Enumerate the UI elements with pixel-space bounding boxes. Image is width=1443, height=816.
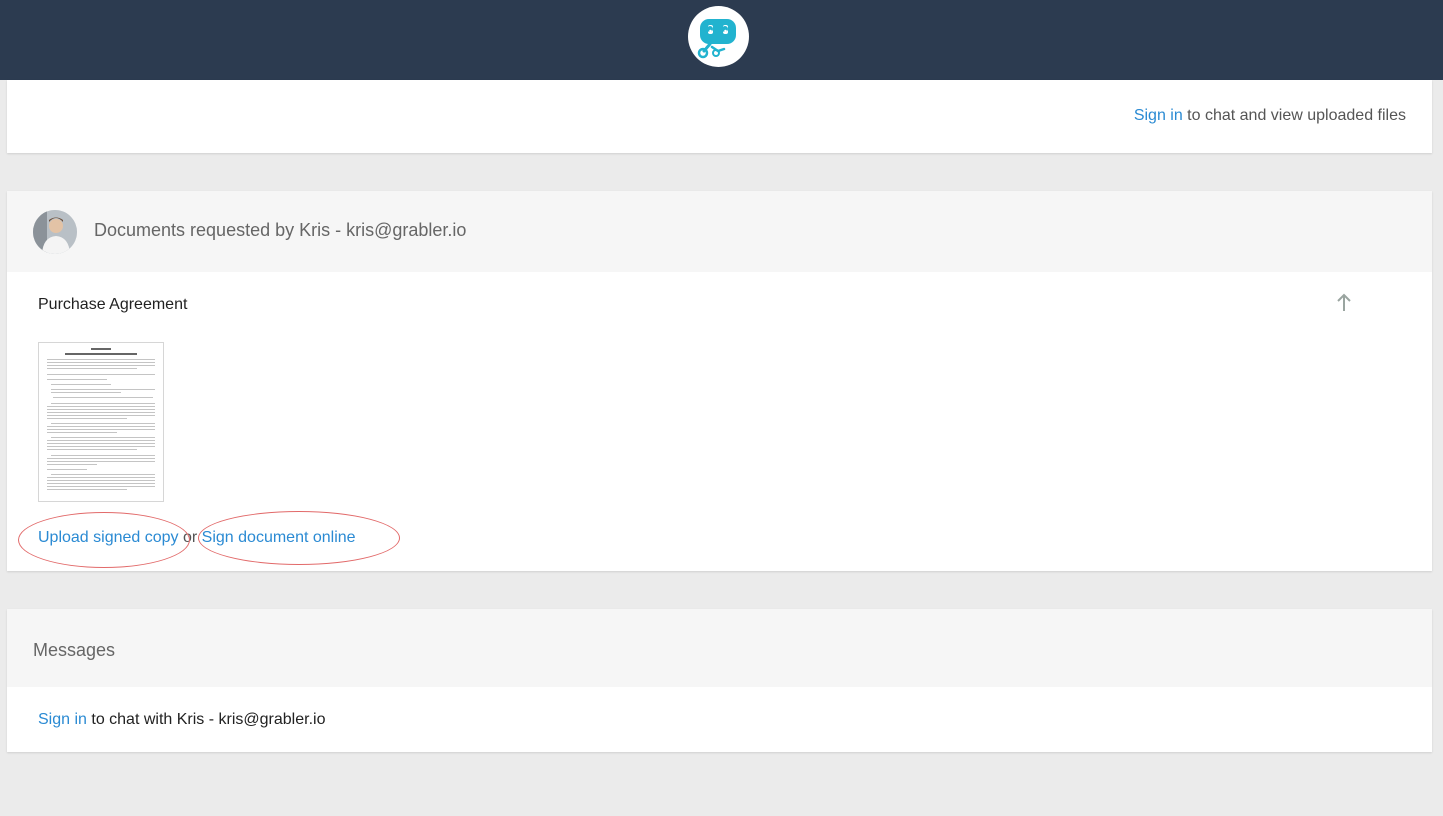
messages-card: Messages Sign in to chat with Kris - kri… — [7, 609, 1432, 752]
messages-header: Messages — [7, 609, 1432, 687]
signin-prompt-text: to chat and view uploaded files — [1182, 107, 1406, 124]
robot-chat-icon — [697, 19, 736, 59]
document-actions: Upload signed copy or Sign document onli… — [38, 529, 356, 547]
top-navbar — [0, 0, 1443, 80]
upload-signed-copy-link[interactable]: Upload signed copy — [38, 529, 179, 546]
signin-prompt: Sign in to chat and view uploaded files — [1134, 107, 1406, 125]
signin-link[interactable]: Sign in — [1134, 107, 1183, 124]
document-thumbnail[interactable] — [38, 342, 164, 502]
document-name: Purchase Agreement — [38, 296, 188, 313]
sign-document-online-link[interactable]: Sign document online — [202, 529, 356, 546]
signin-card: Sign in to chat and view uploaded files — [7, 80, 1432, 153]
messages-signin-link[interactable]: Sign in — [38, 711, 87, 728]
requester-avatar — [33, 210, 77, 254]
documents-card: Documents requested by Kris - kris@grabl… — [7, 191, 1432, 571]
document-page-icon — [47, 348, 155, 490]
messages-signin-prompt: Sign in to chat with Kris - kris@grabler… — [38, 711, 325, 729]
documents-title: Documents requested by Kris - kris@grabl… — [94, 220, 467, 240]
messages-title: Messages — [33, 640, 116, 660]
documents-header: Documents requested by Kris - kris@grabl… — [7, 191, 1432, 272]
messages-signin-text: to chat with Kris - kris@grabler.io — [86, 711, 326, 728]
arrow-up-icon[interactable] — [1334, 291, 1354, 315]
or-text: or — [178, 529, 202, 546]
user-avatar-icon — [33, 210, 77, 254]
app-logo[interactable] — [688, 6, 749, 67]
